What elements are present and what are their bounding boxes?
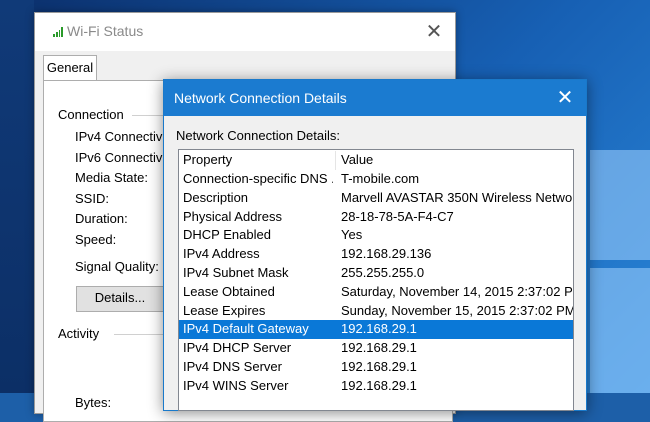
row-value: Saturday, November 14, 2015 2:37:02 PM (341, 283, 573, 299)
row-property: IPv4 DNS Server (183, 359, 282, 374)
row-property: Connection-specific DNS ... (183, 171, 333, 186)
activity-heading: Activity (58, 326, 100, 341)
network-connection-details-window: Network Connection Details ✕ Network Con… (163, 79, 587, 411)
close-icon[interactable]: ✕ (552, 85, 578, 111)
details-title: Network Connection Details (174, 90, 347, 106)
speed-label: Speed: (75, 232, 117, 247)
bytes-label: Bytes: (75, 395, 112, 410)
row-value: 192.168.29.136 (341, 246, 432, 262)
row-property: Physical Address (183, 208, 282, 224)
row-value: 192.168.29.1 (341, 340, 417, 356)
row-property: Description (183, 189, 249, 205)
windows-logo-pane (590, 150, 650, 260)
windows-logo-pane (590, 268, 650, 393)
row-property: IPv4 DHCP Server (183, 340, 292, 356)
row-value: 192.168.29.1 (341, 359, 417, 374)
media-state-label: Media State: (75, 170, 148, 185)
ssid-label: SSID: (75, 191, 109, 206)
column-divider[interactable] (335, 151, 336, 170)
details-titlebar[interactable]: Network Connection Details ✕ (164, 80, 586, 116)
table-row[interactable]: IPv4 DHCP Server 192.168.29.1 (179, 339, 573, 358)
table-row[interactable]: IPv4 Address 192.168.29.136 (179, 245, 573, 264)
table-row[interactable]: Physical Address 28-18-78-5A-F4-C7 (179, 208, 573, 227)
ipv6-connectivity-label: IPv6 Connectivity (75, 150, 176, 165)
list-header: Property Value (179, 151, 573, 170)
row-property: DHCP Enabled (183, 227, 271, 243)
table-row[interactable]: DHCP Enabled Yes (179, 226, 573, 245)
row-property: Lease Expires (183, 302, 266, 318)
wifi-status-titlebar[interactable]: Wi-Fi Status ✕ (35, 13, 455, 51)
table-row[interactable]: Description Marvell AVASTAR 350N Wireless… (179, 189, 573, 208)
details-listview[interactable]: Property Value Connection-specific DNS .… (178, 149, 574, 411)
row-property: IPv4 Address (183, 246, 260, 262)
table-row[interactable]: IPv4 Default Gateway 192.168.29.1 (179, 320, 573, 340)
table-row[interactable]: IPv4 DNS Server 192.168.29.1 (179, 358, 573, 377)
wifi-signal-icon (53, 27, 63, 37)
wifi-status-title: Wi-Fi Status (67, 23, 144, 39)
row-value: 255.255.255.0 (341, 265, 425, 280)
row-value: 192.168.29.1 (341, 321, 417, 337)
desktop-left-edge (0, 0, 34, 393)
row-value: 192.168.29.1 (341, 377, 417, 393)
tab-general[interactable]: General (43, 55, 97, 82)
close-icon[interactable]: ✕ (421, 19, 447, 45)
row-property: IPv4 WINS Server (183, 377, 289, 393)
row-value: Yes (341, 227, 363, 243)
details-button[interactable]: Details... (76, 286, 164, 312)
row-property: IPv4 Subnet Mask (183, 265, 289, 280)
row-value: Sunday, November 15, 2015 2:37:02 PM (341, 302, 573, 318)
table-row[interactable]: Connection-specific DNS ... T-mobile.com (179, 170, 573, 189)
row-property: IPv4 Default Gateway (183, 321, 309, 337)
row-property: Lease Obtained (183, 283, 275, 299)
signal-quality-label: Signal Quality: (75, 259, 159, 274)
row-value: Marvell AVASTAR 350N Wireless Network (341, 189, 573, 205)
table-row[interactable]: Lease Obtained Saturday, November 14, 201… (179, 283, 573, 302)
ipv4-connectivity-label: IPv4 Connectivity (75, 129, 176, 144)
row-value: T-mobile.com (341, 171, 420, 186)
table-row[interactable]: IPv4 Subnet Mask 255.255.255.0 (179, 264, 573, 283)
table-row[interactable]: Lease Expires Sunday, November 15, 2015 2… (179, 302, 573, 321)
details-list-label: Network Connection Details: (176, 128, 341, 143)
duration-label: Duration: (75, 211, 128, 226)
column-header-property[interactable]: Property (183, 152, 333, 167)
column-header-value[interactable]: Value (341, 152, 573, 167)
row-value: 28-18-78-5A-F4-C7 (341, 208, 454, 224)
connection-heading: Connection (58, 107, 124, 122)
